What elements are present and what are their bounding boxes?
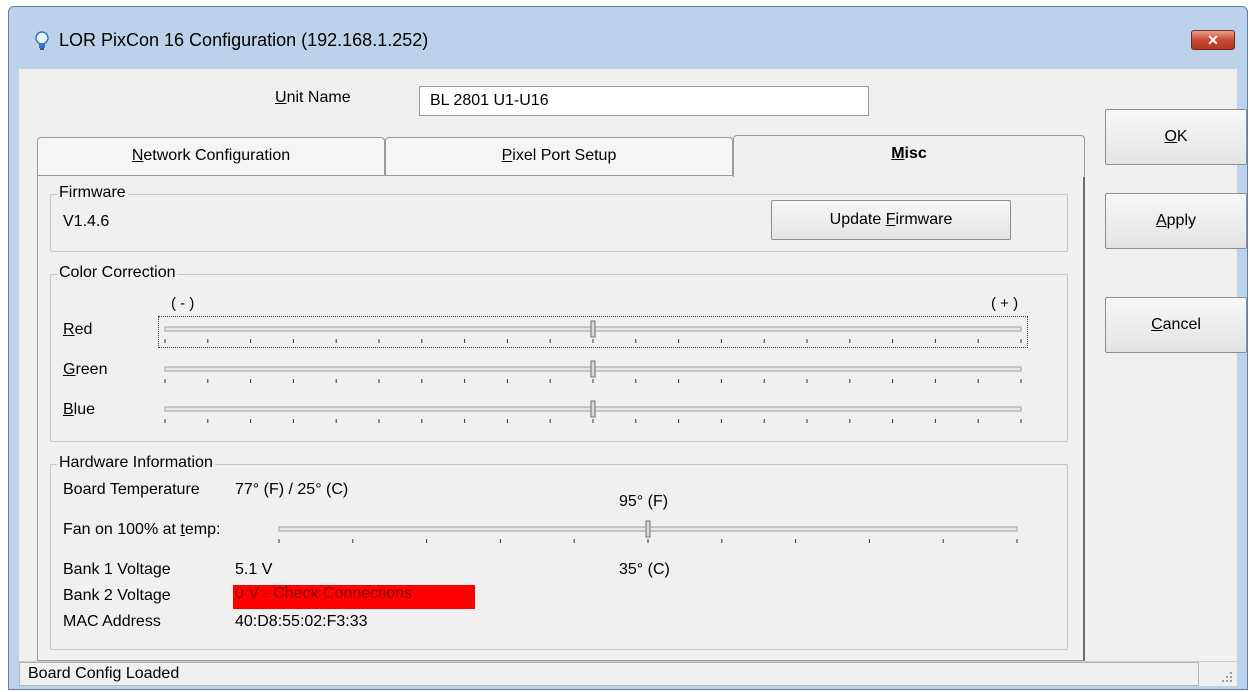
- green-slider[interactable]: [159, 357, 1027, 387]
- blue-slider[interactable]: [159, 397, 1027, 427]
- mac-address-label: MAC Address: [63, 613, 161, 630]
- plus-label: ( + ): [991, 295, 1019, 312]
- firmware-version: V1.4.6: [63, 213, 110, 230]
- tab-network-configuration[interactable]: Network Configuration: [37, 137, 385, 175]
- apply-button[interactable]: Apply: [1105, 193, 1247, 249]
- title-bar[interactable]: LOR PixCon 16 Configuration (192.168.1.2…: [9, 7, 1247, 69]
- misc-panel: Firmware V1.4.6 Update Firmware Color Co…: [37, 175, 1085, 661]
- tab-pixel-port-setup[interactable]: Pixel Port Setup: [385, 137, 733, 175]
- board-temperature-label: Board Temperature: [63, 481, 200, 498]
- client-area: Unit Name OK Apply Cancel Network Config…: [19, 69, 1247, 685]
- slider-thumb[interactable]: [590, 360, 596, 378]
- blue-label: Blue: [63, 401, 96, 418]
- window-title: LOR PixCon 16 Configuration (192.168.1.2…: [59, 30, 429, 50]
- fan-temp-label: Fan on 100% at temp:: [63, 521, 221, 538]
- fan-temp-f: 95° (F): [619, 493, 669, 510]
- hardware-info-group: Hardware Information Board Temperature 7…: [50, 454, 1068, 650]
- status-bar: Board Config Loaded: [19, 661, 1237, 686]
- firmware-group: Firmware V1.4.6 Update Firmware: [50, 184, 1068, 252]
- bank1-voltage-label: Bank 1 Voltage: [63, 561, 171, 578]
- fan-temp-slider[interactable]: [273, 517, 1023, 547]
- slider-thumb[interactable]: [590, 320, 596, 338]
- red-label: Red: [63, 321, 93, 338]
- lightbulb-icon: [35, 31, 49, 50]
- firmware-group-title: Firmware: [57, 184, 128, 202]
- unit-name-label: Unit Name: [275, 89, 351, 106]
- minus-label: ( - ): [171, 295, 195, 312]
- color-correction-group: Color Correction ( - ) ( + ) Red Green B…: [50, 264, 1068, 442]
- close-icon: ✕: [1207, 32, 1219, 48]
- ok-button[interactable]: OK: [1105, 109, 1247, 165]
- config-window: LOR PixCon 16 Configuration (192.168.1.2…: [8, 6, 1248, 690]
- resize-grip-icon[interactable]: [1221, 671, 1233, 683]
- bank2-voltage-label: Bank 2 Voltage: [63, 587, 171, 604]
- slider-graphic: [164, 400, 1022, 423]
- bank1-voltage-value: 5.1 V: [235, 561, 273, 578]
- slider-graphic: [164, 360, 1022, 383]
- green-label: Green: [63, 361, 108, 378]
- slider-graphic: [278, 520, 1018, 543]
- cancel-button[interactable]: Cancel: [1105, 297, 1247, 353]
- board-temperature-value: 77° (F) / 25° (C): [235, 481, 349, 498]
- update-firmware-button[interactable]: Update Firmware: [771, 200, 1011, 240]
- hardware-info-group-title: Hardware Information: [57, 454, 215, 472]
- color-correction-group-title: Color Correction: [57, 264, 178, 282]
- fan-temp-c: 35° (C): [619, 561, 670, 578]
- red-slider[interactable]: [158, 316, 1028, 348]
- mac-address-value: 40:D8:55:02:F3:33: [235, 613, 368, 630]
- unit-name-input[interactable]: [419, 86, 869, 116]
- slider-thumb[interactable]: [645, 520, 651, 538]
- status-text: Board Config Loaded: [19, 662, 1199, 686]
- tab-misc[interactable]: Misc: [733, 135, 1085, 177]
- slider-graphic: [164, 320, 1022, 343]
- bank2-voltage-value: 0 V - Check Connections: [233, 585, 475, 609]
- slider-thumb[interactable]: [590, 400, 596, 418]
- close-button[interactable]: ✕: [1191, 30, 1235, 50]
